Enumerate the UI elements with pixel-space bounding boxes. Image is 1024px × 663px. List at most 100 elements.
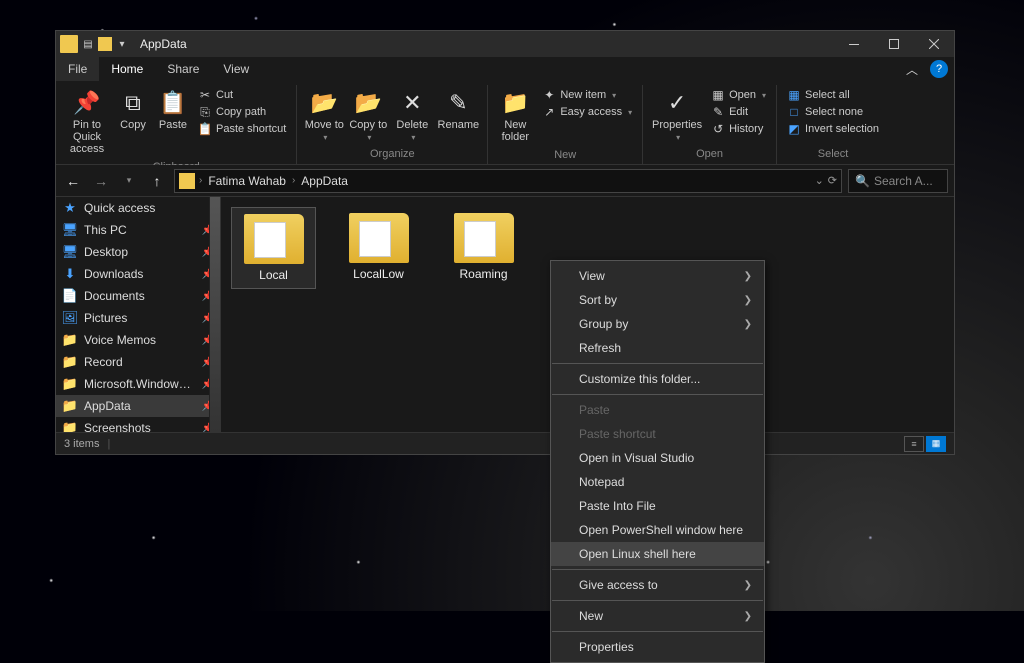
- breadcrumb[interactable]: Fatima Wahab: [206, 174, 288, 188]
- pin-icon: 📌: [202, 313, 214, 324]
- menu-item-label: Customize this folder...: [579, 372, 700, 386]
- menu-item-open-in-visual-studio[interactable]: Open in Visual Studio: [551, 446, 764, 470]
- sidebar-item-screenshots[interactable]: 📁Screenshots📌: [56, 417, 220, 432]
- maximize-button[interactable]: [874, 31, 914, 57]
- paste-button[interactable]: 📋 Paste: [154, 85, 192, 135]
- search-icon: 🔍: [855, 174, 870, 188]
- sidebar-item-label: Quick access: [84, 201, 155, 215]
- address-bar[interactable]: › Fatima Wahab › AppData ⌄ ⟳: [174, 169, 842, 193]
- explorer-window: ▤ ▾ AppData File Home Share View ︿ ? 📌 P…: [55, 30, 955, 455]
- qat-newfolder[interactable]: [98, 37, 112, 51]
- forward-button[interactable]: →: [90, 170, 112, 192]
- back-button[interactable]: ←: [62, 170, 84, 192]
- menu-separator: [552, 631, 763, 632]
- recent-dropdown[interactable]: ▾: [118, 170, 140, 192]
- menu-item-label: Open PowerShell window here: [579, 523, 743, 537]
- sidebar-item-label: AppData: [84, 399, 131, 413]
- menu-item-group-by[interactable]: Group by❯: [551, 312, 764, 336]
- tab-home[interactable]: Home: [99, 57, 155, 81]
- view-icons-button[interactable]: ▦: [926, 436, 946, 452]
- menu-item-open-linux-shell-here[interactable]: Open Linux shell here: [551, 542, 764, 566]
- menu-item-refresh[interactable]: Refresh: [551, 336, 764, 360]
- sidebar-item-appdata[interactable]: 📁 AppData 📌: [56, 395, 220, 417]
- delete-icon: ✕: [398, 89, 426, 117]
- edit-button[interactable]: ✎Edit: [707, 104, 770, 120]
- menu-item-label: Paste: [579, 403, 610, 417]
- pin-icon: 📌: [202, 269, 214, 280]
- group-label: Organize: [303, 146, 481, 162]
- invert-selection-icon: ◩: [787, 122, 801, 136]
- close-button[interactable]: [914, 31, 954, 57]
- tab-file[interactable]: File: [56, 57, 99, 81]
- menu-item-paste-into-file[interactable]: Paste Into File: [551, 494, 764, 518]
- sidebar-item-this-pc[interactable]: 🖥This PC📌: [56, 219, 220, 241]
- menu-separator: [552, 394, 763, 395]
- folder-item-locallow[interactable]: LocalLow: [336, 207, 421, 287]
- cut-button[interactable]: ✂Cut: [194, 87, 290, 103]
- pin-icon: 📌: [202, 247, 214, 258]
- view-details-button[interactable]: ≡: [904, 436, 924, 452]
- easy-access-button[interactable]: ↗Easy access: [538, 104, 636, 120]
- ribbon: 📌 Pin to Quick access ⧉ Copy 📋 Paste ✂Cu…: [56, 81, 954, 165]
- sidebar-item-record[interactable]: 📁Record📌: [56, 351, 220, 373]
- sidebar-item-quick-access[interactable]: ★Quick access: [56, 197, 220, 219]
- sidebar-item-voice-memos[interactable]: 📁Voice Memos📌: [56, 329, 220, 351]
- search-input[interactable]: 🔍 Search A...: [848, 169, 948, 193]
- up-button[interactable]: ↑: [146, 170, 168, 192]
- rename-button[interactable]: ✎Rename: [435, 85, 481, 135]
- refresh-icon[interactable]: ⟳: [828, 174, 837, 187]
- tab-share[interactable]: Share: [155, 57, 211, 81]
- copy-path-button[interactable]: ⎘Copy path: [194, 104, 290, 120]
- delete-button[interactable]: ✕Delete: [391, 85, 433, 146]
- menu-item-view[interactable]: View❯: [551, 264, 764, 288]
- sidebar-item-desktop[interactable]: 🖥Desktop📌: [56, 241, 220, 263]
- menu-item-open-powershell-window-here[interactable]: Open PowerShell window here: [551, 518, 764, 542]
- sidebar-item-pictures[interactable]: 🖼Pictures📌: [56, 307, 220, 329]
- menu-item-customize-this-folder[interactable]: Customize this folder...: [551, 367, 764, 391]
- tab-view[interactable]: View: [211, 57, 261, 81]
- properties-button[interactable]: ✓Properties: [649, 85, 705, 146]
- qat-dropdown-icon[interactable]: ▾: [114, 36, 130, 52]
- menu-item-new[interactable]: New❯: [551, 604, 764, 628]
- select-all-button[interactable]: ▦Select all: [783, 87, 883, 103]
- open-button[interactable]: ▦Open: [707, 87, 770, 103]
- properties-icon: ✓: [663, 89, 691, 117]
- history-button[interactable]: ↺History: [707, 121, 770, 137]
- help-icon[interactable]: ?: [930, 60, 948, 78]
- context-menu: View❯Sort by❯Group by❯Refresh Customize t…: [550, 260, 765, 663]
- collapse-ribbon-icon[interactable]: ︿: [900, 57, 924, 81]
- copy-to-button[interactable]: 📂Copy to: [347, 85, 389, 146]
- pin-to-quick-access-button[interactable]: 📌 Pin to Quick access: [62, 85, 112, 159]
- menu-separator: [552, 569, 763, 570]
- history-icon: ↺: [711, 122, 725, 136]
- paste-shortcut-button[interactable]: 📋Paste shortcut: [194, 121, 290, 137]
- folder-icon: 📁: [62, 398, 78, 414]
- sidebar-item-documents[interactable]: 📄Documents📌: [56, 285, 220, 307]
- sidebar-item-label: Voice Memos: [84, 333, 156, 347]
- new-item-button[interactable]: ✦New item: [538, 87, 636, 103]
- menu-item-give-access-to[interactable]: Give access to❯: [551, 573, 764, 597]
- pin-icon: 📌: [202, 401, 214, 412]
- folder-item-local[interactable]: Local: [231, 207, 316, 289]
- menu-item-label: Sort by: [579, 293, 617, 307]
- window-controls: [834, 31, 954, 57]
- menu-item-label: Open in Visual Studio: [579, 451, 694, 465]
- move-to-button[interactable]: 📂Move to: [303, 85, 345, 146]
- pic-icon: 🖼: [62, 310, 78, 326]
- sidebar-item-microsoft-windowste[interactable]: 📁Microsoft.WindowsTe📌: [56, 373, 220, 395]
- minimize-button[interactable]: [834, 31, 874, 57]
- menu-item-notepad[interactable]: Notepad: [551, 470, 764, 494]
- folder-item-roaming[interactable]: Roaming: [441, 207, 526, 287]
- menu-item-properties[interactable]: Properties: [551, 635, 764, 659]
- new-folder-button[interactable]: 📁New folder: [494, 85, 536, 147]
- sidebar-item-downloads[interactable]: ⬇Downloads📌: [56, 263, 220, 285]
- sidebar-item-label: This PC: [84, 223, 127, 237]
- breadcrumb[interactable]: AppData: [299, 174, 350, 188]
- qat-properties[interactable]: ▤: [80, 36, 96, 52]
- select-none-button[interactable]: □Select none: [783, 104, 883, 120]
- address-dropdown-icon[interactable]: ⌄: [815, 174, 824, 187]
- copy-button[interactable]: ⧉ Copy: [114, 85, 152, 135]
- folder-icon: [60, 35, 78, 53]
- menu-item-sort-by[interactable]: Sort by❯: [551, 288, 764, 312]
- invert-selection-button[interactable]: ◩Invert selection: [783, 121, 883, 137]
